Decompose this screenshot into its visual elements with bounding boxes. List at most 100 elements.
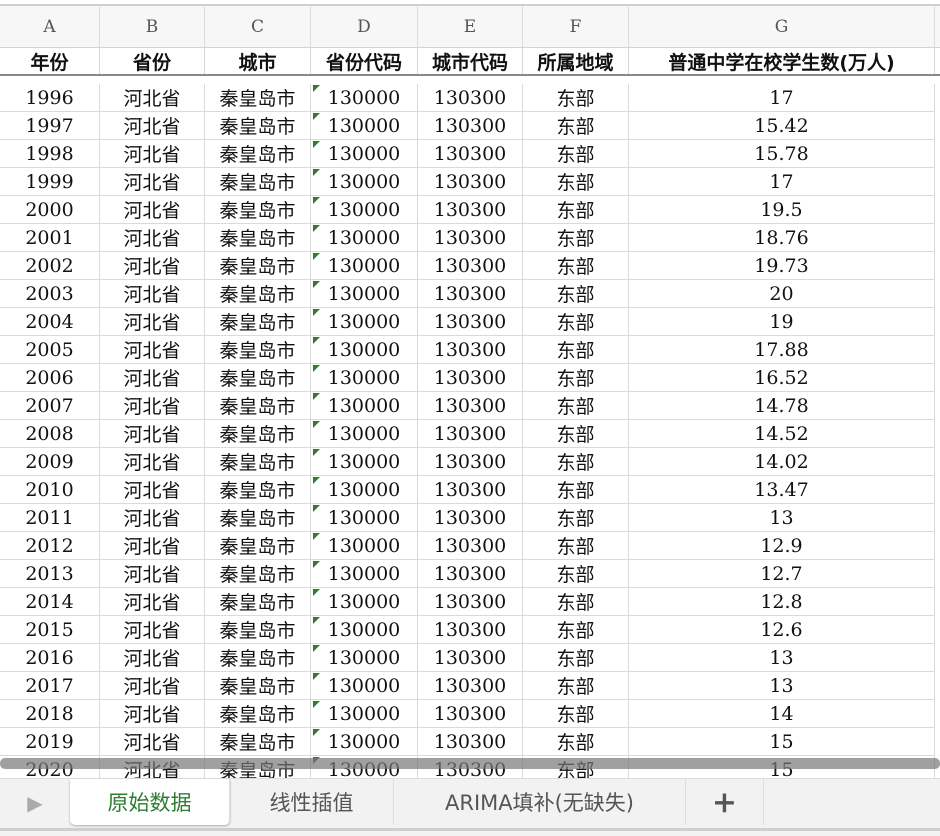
cell-year[interactable]: 1996 (0, 84, 100, 111)
cell-province[interactable]: 河北省 (100, 560, 205, 587)
header-cell-students[interactable]: 普通中学在校学生数(万人) (629, 48, 935, 74)
cell-year[interactable]: 2011 (0, 504, 100, 531)
cell-city[interactable]: 秦皇岛市 (205, 672, 311, 699)
cell-province-code[interactable]: 130000 (311, 504, 418, 531)
cell-city-code[interactable]: 130300 (418, 700, 523, 727)
cell-region[interactable]: 东部 (523, 112, 629, 139)
cell-year[interactable]: 2009 (0, 448, 100, 475)
cell-province-code[interactable]: 130000 (311, 672, 418, 699)
cell-region[interactable]: 东部 (523, 448, 629, 475)
cell-province-code[interactable]: 130000 (311, 616, 418, 643)
cell-region[interactable]: 东部 (523, 252, 629, 279)
cell-province-code[interactable]: 130000 (311, 700, 418, 727)
cell-province-code[interactable]: 130000 (311, 532, 418, 559)
cell-city[interactable]: 秦皇岛市 (205, 700, 311, 727)
cell-city-code[interactable]: 130300 (418, 140, 523, 167)
cell-year[interactable]: 2014 (0, 588, 100, 615)
cell-city-code[interactable]: 130300 (418, 336, 523, 363)
cell-city[interactable]: 秦皇岛市 (205, 532, 311, 559)
cell-region[interactable]: 东部 (523, 420, 629, 447)
cell-year[interactable]: 1997 (0, 112, 100, 139)
cell-region[interactable]: 东部 (523, 532, 629, 559)
cell-year[interactable]: 2006 (0, 364, 100, 391)
cell-year[interactable]: 2004 (0, 308, 100, 335)
tab-raw-data[interactable]: 原始数据 (70, 779, 230, 825)
cell-students[interactable]: 14 (629, 700, 935, 727)
cell-region[interactable]: 东部 (523, 728, 629, 755)
cell-city[interactable]: 秦皇岛市 (205, 448, 311, 475)
cell-province-code[interactable]: 130000 (311, 420, 418, 447)
cell-year[interactable]: 2013 (0, 560, 100, 587)
cell-region[interactable]: 东部 (523, 168, 629, 195)
cell-city[interactable]: 秦皇岛市 (205, 280, 311, 307)
cell-province-code[interactable]: 130000 (311, 728, 418, 755)
cell-city-code[interactable]: 130300 (418, 224, 523, 251)
cell-province[interactable]: 河北省 (100, 252, 205, 279)
cell-province[interactable]: 河北省 (100, 224, 205, 251)
cell-city-code[interactable]: 130300 (418, 112, 523, 139)
cell-city[interactable]: 秦皇岛市 (205, 560, 311, 587)
cell-city-code[interactable]: 130300 (418, 532, 523, 559)
cell-province[interactable]: 河北省 (100, 280, 205, 307)
cell-province[interactable]: 河北省 (100, 728, 205, 755)
cell-year[interactable]: 1998 (0, 140, 100, 167)
cell-year[interactable]: 2000 (0, 196, 100, 223)
cell-city-code[interactable]: 130300 (418, 588, 523, 615)
cell-year[interactable]: 2002 (0, 252, 100, 279)
header-cell-city-code[interactable]: 城市代码 (418, 48, 523, 74)
cell-city[interactable]: 秦皇岛市 (205, 476, 311, 503)
cell-city-code[interactable]: 130300 (418, 392, 523, 419)
cell-city-code[interactable]: 130300 (418, 728, 523, 755)
cell-province[interactable]: 河北省 (100, 168, 205, 195)
cell-province-code[interactable]: 130000 (311, 588, 418, 615)
cell-region[interactable]: 东部 (523, 224, 629, 251)
cell-province[interactable]: 河北省 (100, 588, 205, 615)
cell-city[interactable]: 秦皇岛市 (205, 728, 311, 755)
cell-province[interactable]: 河北省 (100, 336, 205, 363)
cell-city-code[interactable]: 130300 (418, 84, 523, 111)
cell-city-code[interactable]: 130300 (418, 644, 523, 671)
header-cell-region[interactable]: 所属地域 (523, 48, 629, 74)
cell-city[interactable]: 秦皇岛市 (205, 224, 311, 251)
cell-year[interactable]: 2003 (0, 280, 100, 307)
header-cell-province-code[interactable]: 省份代码 (311, 48, 418, 74)
cell-city[interactable]: 秦皇岛市 (205, 364, 311, 391)
cell-city-code[interactable]: 130300 (418, 280, 523, 307)
cell-year[interactable]: 1999 (0, 168, 100, 195)
cell-city-code[interactable]: 130300 (418, 504, 523, 531)
cell-city[interactable]: 秦皇岛市 (205, 616, 311, 643)
cell-year[interactable]: 2007 (0, 392, 100, 419)
cell-region[interactable]: 东部 (523, 84, 629, 111)
column-header-e[interactable]: E (418, 6, 523, 47)
cell-students[interactable]: 13 (629, 504, 935, 531)
tab-scroll-right-icon[interactable]: ▶ (0, 779, 70, 827)
add-sheet-button[interactable]: + (686, 779, 764, 825)
cell-province-code[interactable]: 130000 (311, 308, 418, 335)
cell-city[interactable]: 秦皇岛市 (205, 308, 311, 335)
cell-students[interactable]: 17 (629, 84, 935, 111)
cell-students[interactable]: 19 (629, 308, 935, 335)
cell-region[interactable]: 东部 (523, 504, 629, 531)
cell-city-code[interactable]: 130300 (418, 476, 523, 503)
cell-city[interactable]: 秦皇岛市 (205, 252, 311, 279)
cell-students[interactable]: 20 (629, 280, 935, 307)
cell-province[interactable]: 河北省 (100, 140, 205, 167)
cell-city-code[interactable]: 130300 (418, 168, 523, 195)
cell-province[interactable]: 河北省 (100, 420, 205, 447)
cell-province[interactable]: 河北省 (100, 364, 205, 391)
cell-city[interactable]: 秦皇岛市 (205, 112, 311, 139)
cell-students[interactable]: 15 (629, 728, 935, 755)
sheet-grid[interactable]: 1996 河北省 秦皇岛市 130000 130300 东部 17 1997 河北省 秦皇岛市 13… (0, 78, 940, 778)
cell-region[interactable]: 东部 (523, 700, 629, 727)
cell-region[interactable]: 东部 (523, 588, 629, 615)
cell-province-code[interactable]: 130000 (311, 84, 418, 111)
horizontal-scrollbar[interactable] (0, 758, 940, 769)
cell-students[interactable]: 19.5 (629, 196, 935, 223)
cell-year[interactable]: 2001 (0, 224, 100, 251)
cell-students[interactable]: 17 (629, 168, 935, 195)
cell-city[interactable]: 秦皇岛市 (205, 392, 311, 419)
cell-province-code[interactable]: 130000 (311, 644, 418, 671)
cell-students[interactable]: 13 (629, 644, 935, 671)
header-cell-province[interactable]: 省份 (100, 48, 205, 74)
cell-city-code[interactable]: 130300 (418, 252, 523, 279)
